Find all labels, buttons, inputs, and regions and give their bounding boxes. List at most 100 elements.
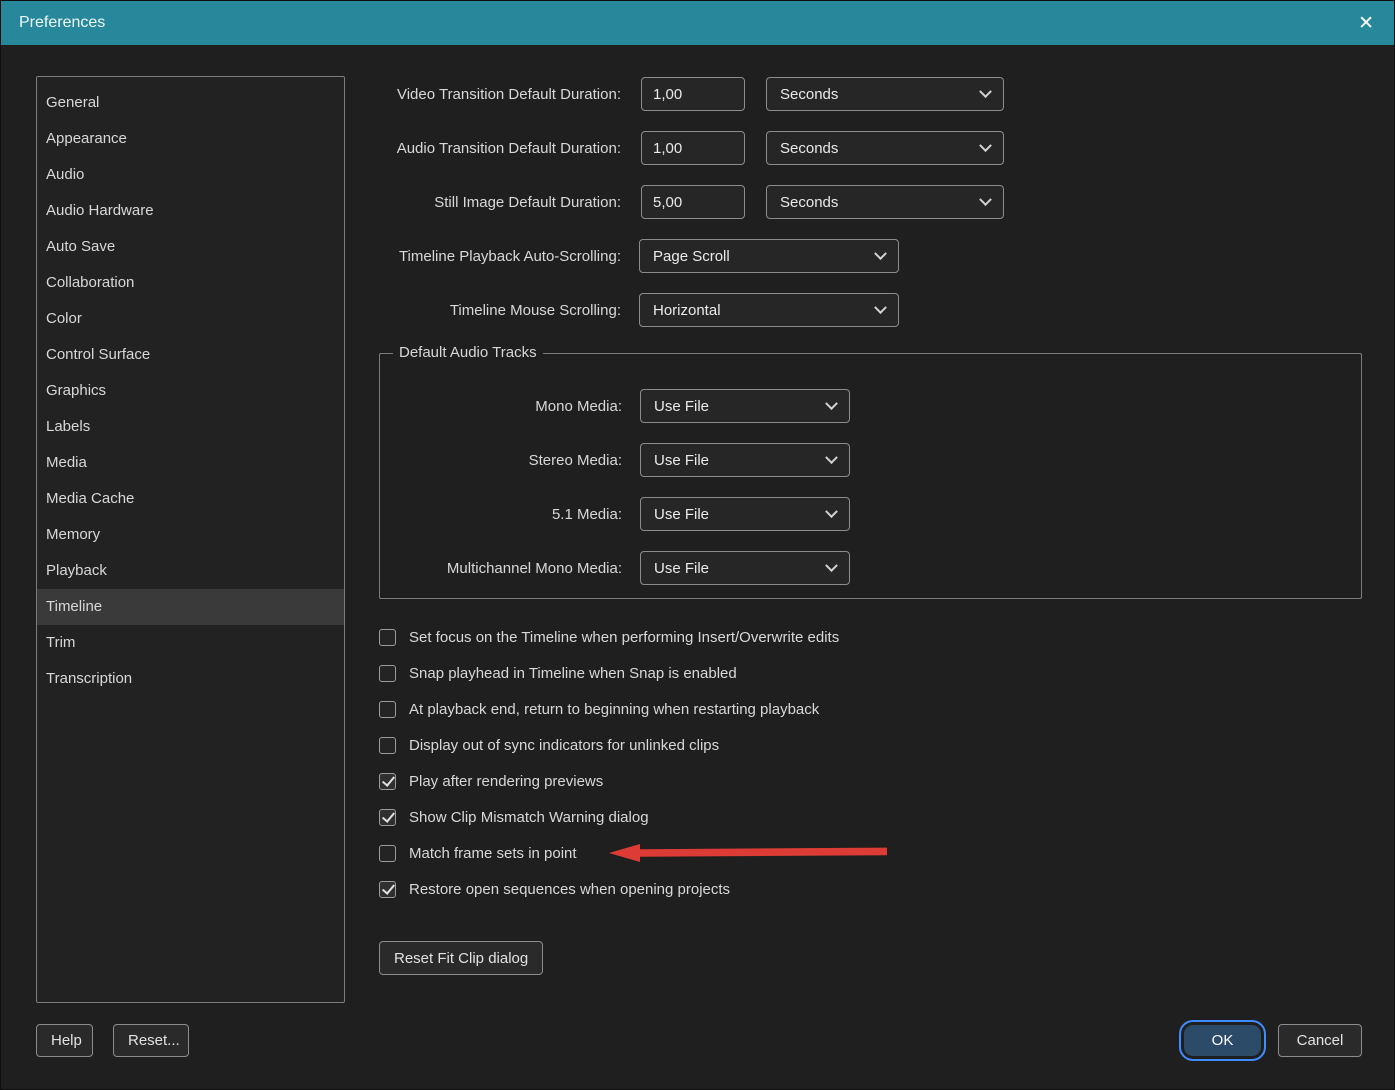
reset-button[interactable]: Reset... [113,1024,189,1057]
timeline-playback-auto-scrolling-select[interactable]: Page Scroll [639,239,899,273]
ok-button[interactable]: OK [1184,1025,1261,1056]
checkbox-label: Snap playhead in Timeline when Snap is e… [409,664,737,682]
form-row-timeline-mouse-scrolling: Timeline Mouse Scrolling: Horizontal [379,293,1364,327]
checkbox-row-restore-open-sequences-when-opening-projects: Restore open sequences when opening proj… [379,879,1364,899]
scroll-rows: Timeline Playback Auto-Scrolling: Page Sc… [379,239,1364,327]
sidebar-item-trim[interactable]: Trim [37,625,344,661]
chevron-down-icon [874,246,887,260]
checkbox-label: Restore open sequences when opening proj… [409,880,731,898]
ok-button-focus-ring: OK [1179,1020,1266,1061]
sidebar-item-labels[interactable]: Labels [37,409,344,445]
video-transition-default-duration-input[interactable] [641,77,745,111]
sidebar-item-general[interactable]: General [37,85,344,121]
form-row-still-image-default-duration: Still Image Default Duration: Seconds [379,185,1364,219]
chevron-down-icon [979,84,992,98]
sidebar-item-graphics[interactable]: Graphics [37,373,344,409]
sidebar-item-media-cache[interactable]: Media Cache [37,481,344,517]
mono-media-select[interactable]: Use File [640,389,850,423]
selected-value: Use File [654,559,710,577]
checkbox-label: Set focus on the Timeline when performin… [409,628,840,646]
field-label: Timeline Playback Auto-Scrolling: [398,247,621,265]
chevron-down-icon [825,558,838,572]
field-label: 5.1 Media: [551,505,622,523]
form-row-timeline-playback-auto-scrolling: Timeline Playback Auto-Scrolling: Page Sc… [379,239,1364,273]
duration-rows: Video Transition Default Duration: Second… [379,77,1364,219]
selected-value: Horizontal [653,301,721,319]
checkbox-row-at-playback-end-return-to-beginning-when-restarting-playback: At playback end, return to beginning whe… [379,699,1364,719]
checkbox-restore-open-sequences-when-opening-projects[interactable] [379,880,396,898]
sidebar-item-color[interactable]: Color [37,301,344,337]
multichannel-mono-media-select[interactable]: Use File [640,551,850,585]
stereo-media-select[interactable]: Use File [640,443,850,477]
checkbox-match-frame-sets-in-point[interactable] [379,844,396,862]
checkbox-row-snap-playhead-in-timeline-when-snap-is-enabled: Snap playhead in Timeline when Snap is e… [379,663,1364,683]
checkbox-row-play-after-rendering-previews: Play after rendering previews [379,771,1364,791]
checkbox-label: Display out of sync indicators for unlin… [409,736,720,754]
selected-value: Use File [654,397,710,415]
form-row-audio-transition-default-duration: Audio Transition Default Duration: Second… [379,131,1364,165]
field-label: Multichannel Mono Media: [446,559,622,577]
checkbox-row-set-focus-on-the-timeline-when-performing-insert-overwrite-edits: Set focus on the Timeline when performin… [379,627,1364,647]
checkbox-row-display-out-of-sync-indicators-for-unlinked-clips: Display out of sync indicators for unlin… [379,735,1364,755]
sidebar-item-timeline[interactable]: Timeline [37,589,344,625]
reset-fit-clip-button[interactable]: Reset Fit Clip dialog [379,941,544,975]
sidebar-item-audio-hardware[interactable]: Audio Hardware [37,193,344,229]
audio-transition-default-duration-input[interactable] [641,131,745,165]
checkbox-label: Show Clip Mismatch Warning dialog [409,808,649,826]
sidebar-item-control-surface[interactable]: Control Surface [37,337,344,373]
titlebar: Preferences ✕ [1,1,1394,45]
group-title: Default Audio Tracks [393,344,543,361]
checkbox-label: Play after rendering previews [409,772,604,790]
form-row-video-transition-default-duration: Video Transition Default Duration: Second… [379,77,1364,111]
checkbox-play-after-rendering-previews[interactable] [379,772,396,790]
annotation-arrow [609,844,887,862]
form-row-stereo-media: Stereo Media: Use File [380,443,1361,477]
audio-track-rows: Mono Media: Use File Stereo Media: Use File… [380,389,1361,585]
timeline-mouse-scrolling-select[interactable]: Horizontal [639,293,899,327]
field-label: Mono Media: [535,397,622,415]
chevron-down-icon [825,450,838,464]
arrow-shape [609,844,887,862]
sidebar-item-audio[interactable]: Audio [37,157,344,193]
field-label: Stereo Media: [528,451,622,469]
preferences-dialog: Preferences ✕ General Appearance Audio Audi… [0,0,1395,1090]
selected-value: Seconds [780,193,839,211]
chevron-down-icon [825,396,838,410]
audio-transition-default-duration-unit-select[interactable]: Seconds [766,131,1004,165]
form-row-5-1-media: 5.1 Media: Use File [380,497,1361,531]
checkbox-show-clip-mismatch-warning-dialog[interactable] [379,808,396,826]
5-1-media-select[interactable]: Use File [640,497,850,531]
still-image-default-duration-input[interactable] [641,185,745,219]
checkbox-set-focus-on-the-timeline-when-performing-insert-overwrite-edits[interactable] [379,628,396,646]
selected-value: Seconds [780,85,839,103]
still-image-default-duration-unit-select[interactable]: Seconds [766,185,1004,219]
field-label: Video Transition Default Duration: [396,85,621,103]
default-audio-tracks-group: Default Audio Tracks Mono Media: Use File… [379,344,1362,599]
checkbox-label: At playback end, return to beginning whe… [409,700,820,718]
sidebar-list: General Appearance Audio Audio Hardware Auto… [36,76,345,1003]
window-title: Preferences [19,14,106,31]
selected-value: Use File [654,451,710,469]
checkbox-display-out-of-sync-indicators-for-unlinked-clips[interactable] [379,736,396,754]
sidebar-item-collaboration[interactable]: Collaboration [37,265,344,301]
field-label: Timeline Mouse Scrolling: [449,301,621,319]
sidebar-item-media[interactable]: Media [37,445,344,481]
field-label: Still Image Default Duration: [434,193,621,211]
form-row-multichannel-mono-media: Multichannel Mono Media: Use File [380,551,1361,585]
close-icon[interactable]: ✕ [1358,14,1374,33]
video-transition-default-duration-unit-select[interactable]: Seconds [766,77,1004,111]
checkbox-snap-playhead-in-timeline-when-snap-is-enabled[interactable] [379,664,396,682]
checkbox-at-playback-end-return-to-beginning-when-restarting-playback[interactable] [379,700,396,718]
chevron-down-icon [874,300,887,314]
checkbox-row-show-clip-mismatch-warning-dialog: Show Clip Mismatch Warning dialog [379,807,1364,827]
cancel-button[interactable]: Cancel [1278,1024,1362,1057]
sidebar-item-appearance[interactable]: Appearance [37,121,344,157]
help-button[interactable]: Help [36,1024,93,1057]
chevron-down-icon [979,192,992,206]
sidebar-item-playback[interactable]: Playback [37,553,344,589]
sidebar-item-memory[interactable]: Memory [37,517,344,553]
sidebar-item-transcription[interactable]: Transcription [37,661,344,697]
sidebar-item-auto-save[interactable]: Auto Save [37,229,344,265]
chevron-down-icon [979,138,992,152]
selected-value: Seconds [780,139,839,157]
